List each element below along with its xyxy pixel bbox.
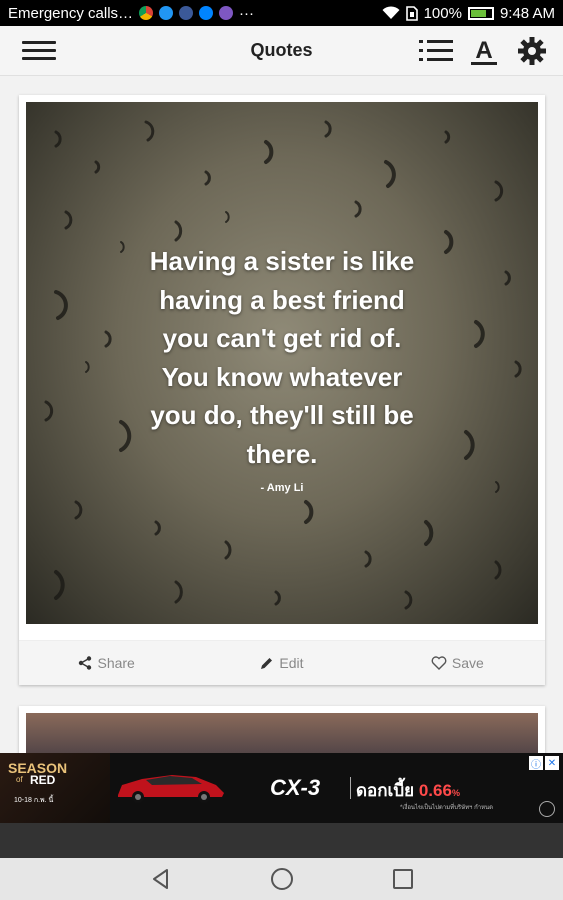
pencil-icon: [261, 658, 273, 669]
quote-image[interactable]: Having a sister is like having a best fr…: [26, 102, 538, 624]
share-icon: [79, 656, 92, 670]
quote-line: there.: [246, 438, 318, 469]
quote-text: Having a sister is like having a best fr…: [86, 242, 478, 473]
back-icon[interactable]: [141, 861, 181, 897]
battery-percent: 100%: [423, 4, 462, 22]
app-bar: Quotes A: [0, 26, 563, 76]
recents-icon[interactable]: [383, 861, 423, 897]
more-notifications-icon: ···: [239, 4, 255, 22]
home-icon[interactable]: [262, 861, 302, 897]
ad-divider: [350, 777, 351, 799]
ad-date-text: 10-18 ก.พ. นี้: [14, 797, 54, 804]
font-icon[interactable]: A: [467, 35, 501, 67]
quote-line: You know whatever: [161, 361, 403, 392]
clock: 9:48 AM: [499, 4, 555, 22]
ad-close-icon[interactable]: ✕: [545, 756, 559, 770]
save-label: Save: [451, 655, 484, 671]
quote-author: - Amy Li: [260, 482, 304, 494]
list-icon[interactable]: [419, 35, 453, 67]
ad-model-text: CX-3: [270, 775, 321, 800]
quote-line: having a best friend: [159, 284, 405, 315]
heart-icon: [431, 656, 447, 670]
card-actions: Share Edit Save: [19, 640, 545, 685]
brand-logo-icon: [539, 801, 555, 817]
empty-area: [0, 823, 563, 858]
notification-text: Emergency calls…: [8, 4, 134, 22]
battery-icon: [467, 6, 494, 20]
ad-red-text: RED: [30, 773, 56, 787]
app-icon: [219, 6, 234, 20]
ad-disclaimer: *เงื่อนไขเป็นไปตามที่บริษัทฯ กำหนด: [400, 805, 494, 811]
ad-rate: 0.66%: [418, 781, 460, 800]
quote-line: you can't get rid of.: [162, 323, 402, 353]
share-button[interactable]: Share: [19, 655, 194, 671]
car-image: [118, 775, 224, 803]
save-button[interactable]: Save: [370, 655, 545, 671]
facebook-icon: [179, 6, 194, 20]
gear-icon[interactable]: [515, 35, 549, 67]
quote-line: you do, they'll still be: [150, 400, 414, 430]
ad-info-icon[interactable]: ⓘ: [529, 756, 543, 771]
sim-icon: [405, 5, 418, 21]
share-label: Share: [97, 655, 135, 671]
quote-line: Having a sister is like: [149, 246, 415, 276]
ad-offer: ดอกเบี้ย 0.66%: [356, 777, 460, 804]
ad-offer-text: ดอกเบี้ย: [356, 781, 415, 800]
ad-season-sub: of: [16, 775, 23, 784]
navigation-bar: [0, 858, 563, 900]
messenger-icon: [199, 6, 214, 20]
chrome-icon: [139, 6, 154, 20]
wifi-icon: [382, 6, 400, 19]
edit-label: Edit: [279, 655, 304, 671]
edit-button[interactable]: Edit: [194, 655, 369, 671]
quote-card: Having a sister is like having a best fr…: [19, 95, 545, 685]
status-bar: Emergency calls… ··· 100% 9:48 AM: [0, 0, 563, 26]
svg-text:A: A: [475, 37, 492, 64]
ad-banner[interactable]: SEASON of RED 10-18 ก.พ. นี้ CX-3 ดอกเบี…: [0, 753, 563, 823]
messages-icon: [159, 6, 174, 20]
